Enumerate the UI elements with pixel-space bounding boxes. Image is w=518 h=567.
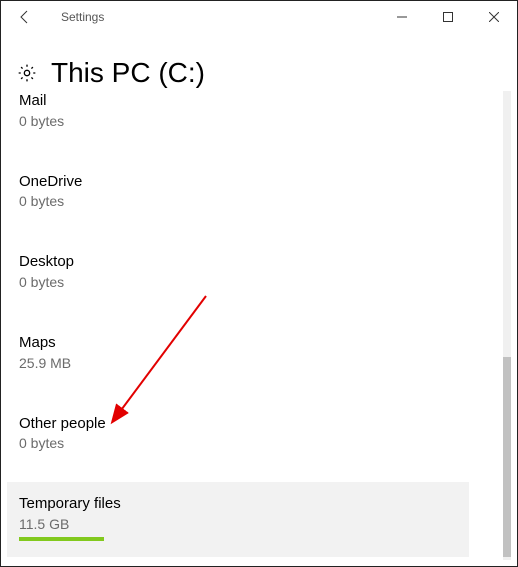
item-name: Maps [19, 333, 457, 353]
item-name: Mail [19, 91, 457, 111]
item-name: Temporary files [19, 494, 457, 514]
titlebar: Settings [1, 1, 517, 33]
page-title: This PC (C:) [51, 57, 205, 89]
storage-item-desktop[interactable]: Desktop 0 bytes [7, 240, 469, 307]
storage-list: Mail 0 bytes OneDrive 0 bytes Desktop 0 … [7, 91, 469, 560]
app-title: Settings [61, 10, 104, 24]
usage-bar [19, 537, 104, 541]
maximize-icon [443, 12, 453, 22]
item-name: Other people [19, 414, 457, 434]
gear-icon [17, 63, 37, 83]
item-size: 0 bytes [19, 192, 457, 210]
maximize-button[interactable] [425, 1, 471, 33]
storage-item-other-people[interactable]: Other people 0 bytes [7, 402, 469, 469]
arrow-left-icon [17, 9, 33, 25]
minimize-icon [397, 12, 407, 22]
item-size: 25.9 MB [19, 354, 457, 372]
item-size: 0 bytes [19, 112, 457, 130]
minimize-button[interactable] [379, 1, 425, 33]
scrollbar-track[interactable] [503, 91, 511, 560]
item-size: 11.5 GB [19, 515, 457, 533]
item-name: Desktop [19, 252, 457, 272]
scrollbar-thumb[interactable] [503, 357, 511, 557]
storage-item-mail[interactable]: Mail 0 bytes [7, 91, 469, 146]
content-area: Mail 0 bytes OneDrive 0 bytes Desktop 0 … [7, 91, 511, 560]
window-controls [379, 1, 517, 33]
storage-item-maps[interactable]: Maps 25.9 MB [7, 321, 469, 388]
item-size: 0 bytes [19, 434, 457, 452]
storage-item-temporary-files[interactable]: Temporary files 11.5 GB [7, 482, 469, 557]
close-icon [489, 12, 499, 22]
back-button[interactable] [9, 1, 41, 33]
close-button[interactable] [471, 1, 517, 33]
item-name: OneDrive [19, 172, 457, 192]
storage-item-onedrive[interactable]: OneDrive 0 bytes [7, 160, 469, 227]
item-size: 0 bytes [19, 273, 457, 291]
